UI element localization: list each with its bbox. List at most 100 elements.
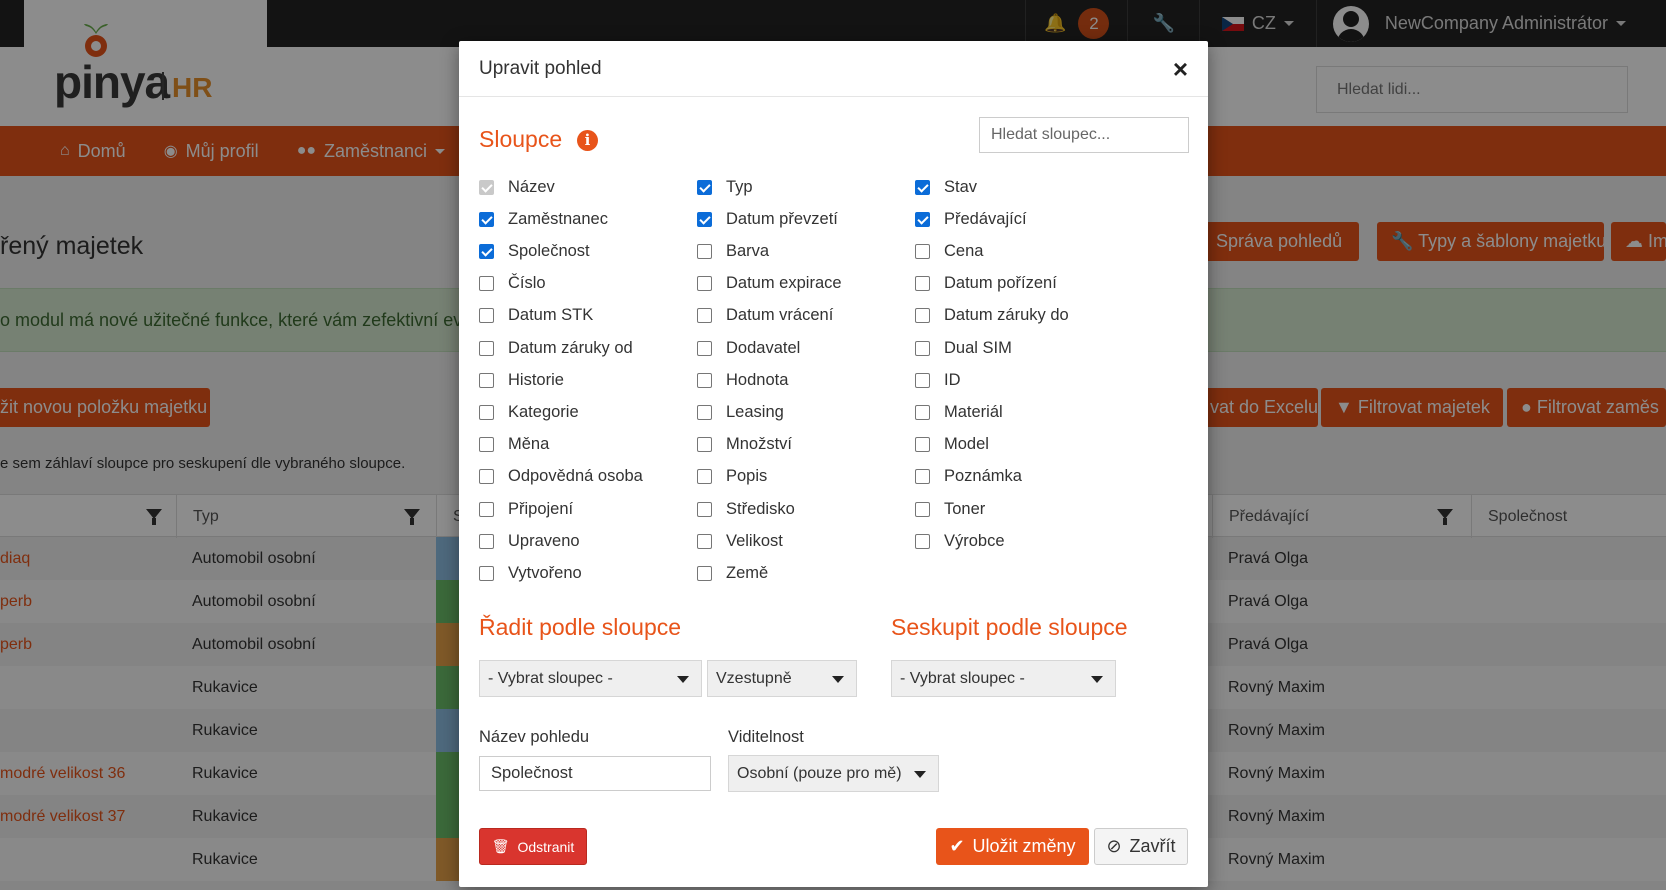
checkbox[interactable] bbox=[697, 179, 712, 195]
column-option[interactable]: Upraveno bbox=[479, 530, 580, 552]
checkbox[interactable] bbox=[697, 243, 712, 259]
close-button[interactable]: ⊘ Zavřít bbox=[1094, 828, 1188, 865]
group-column-select[interactable]: - Vybrat sloupec - bbox=[891, 660, 1116, 697]
checkbox[interactable] bbox=[479, 469, 494, 485]
checkbox[interactable] bbox=[915, 276, 930, 292]
column-option[interactable]: Množství bbox=[697, 434, 792, 456]
column-option[interactable]: Datum záruky do bbox=[915, 305, 1069, 327]
sort-section-title: Řadit podle sloupce bbox=[479, 614, 682, 640]
checkbox[interactable] bbox=[479, 501, 494, 517]
checkbox[interactable] bbox=[697, 308, 712, 324]
checkbox[interactable] bbox=[915, 437, 930, 453]
checkbox[interactable] bbox=[915, 179, 930, 195]
column-option[interactable]: Velikost bbox=[697, 530, 783, 552]
delete-button[interactable]: 🗑 Odstranit bbox=[479, 828, 587, 865]
close-icon[interactable]: × bbox=[1173, 56, 1188, 82]
column-option[interactable]: Leasing bbox=[697, 401, 784, 423]
checkbox[interactable] bbox=[697, 211, 712, 227]
ban-icon: ⊘ bbox=[1106, 836, 1122, 856]
column-option-label: Název bbox=[508, 177, 555, 196]
checkbox[interactable] bbox=[479, 533, 494, 549]
view-name-input[interactable]: Společnost bbox=[479, 756, 711, 791]
column-option[interactable]: Toner bbox=[915, 498, 985, 520]
sort-column-select[interactable]: - Vybrat sloupec - bbox=[479, 660, 702, 697]
column-option[interactable]: Číslo bbox=[479, 273, 546, 295]
column-option[interactable]: Datum záruky od bbox=[479, 337, 633, 359]
column-option[interactable]: Středisko bbox=[697, 498, 795, 520]
checkbox[interactable] bbox=[479, 243, 494, 259]
column-option[interactable]: Hodnota bbox=[697, 369, 788, 391]
view-name-label: Název pohledu bbox=[479, 728, 590, 746]
checkbox[interactable] bbox=[697, 565, 712, 581]
column-option[interactable]: Datum STK bbox=[479, 305, 593, 327]
column-option[interactable]: Popis bbox=[697, 466, 767, 488]
column-search-input[interactable] bbox=[979, 117, 1189, 153]
column-option[interactable]: Datum expirace bbox=[697, 273, 842, 295]
checkbox[interactable] bbox=[915, 243, 930, 259]
checkbox[interactable] bbox=[915, 308, 930, 324]
checkbox[interactable] bbox=[479, 276, 494, 292]
checkbox[interactable] bbox=[479, 308, 494, 324]
column-option-label: Množství bbox=[726, 435, 793, 454]
checkbox[interactable] bbox=[915, 469, 930, 485]
column-option-label: Materiál bbox=[944, 402, 1003, 421]
column-option[interactable]: Výrobce bbox=[915, 530, 1005, 552]
column-option-label: Popis bbox=[726, 467, 768, 486]
column-option[interactable]: Datum převzetí bbox=[697, 208, 838, 230]
column-option[interactable]: Odpovědná osoba bbox=[479, 466, 643, 488]
checkbox[interactable] bbox=[697, 340, 712, 356]
save-button[interactable]: ✔ Uložit změny bbox=[936, 828, 1089, 865]
checkbox[interactable] bbox=[697, 404, 712, 420]
column-option-label: Číslo bbox=[508, 274, 546, 293]
checkbox[interactable] bbox=[479, 437, 494, 453]
checkbox[interactable] bbox=[697, 533, 712, 549]
checkbox[interactable] bbox=[697, 437, 712, 453]
column-option-label: Datum vrácení bbox=[726, 306, 834, 325]
column-option[interactable]: Dodavatel bbox=[697, 337, 800, 359]
checkbox[interactable] bbox=[697, 276, 712, 292]
modal-title: Upravit pohled bbox=[479, 57, 602, 79]
checkbox[interactable] bbox=[915, 340, 930, 356]
column-option[interactable]: Kategorie bbox=[479, 401, 579, 423]
column-option[interactable]: Materiál bbox=[915, 401, 1003, 423]
checkbox[interactable] bbox=[697, 501, 712, 517]
dropdown-arrow-icon bbox=[1091, 676, 1103, 683]
column-option[interactable]: Poznámka bbox=[915, 466, 1022, 488]
column-option-label: ID bbox=[944, 370, 961, 389]
column-option[interactable]: Model bbox=[915, 434, 989, 456]
column-option[interactable]: Země bbox=[697, 562, 768, 584]
column-option[interactable]: Barva bbox=[697, 240, 769, 262]
visibility-select[interactable]: Osobní (pouze pro mě) bbox=[728, 755, 939, 792]
checkbox[interactable] bbox=[479, 404, 494, 420]
column-option[interactable]: Název bbox=[479, 176, 555, 198]
checkbox[interactable] bbox=[915, 533, 930, 549]
edit-view-modal: Upravit pohled × Sloupce i Název Typ Stav Z… bbox=[459, 41, 1208, 887]
checkbox[interactable] bbox=[479, 211, 494, 227]
checkbox[interactable] bbox=[697, 469, 712, 485]
checkbox[interactable] bbox=[479, 565, 494, 581]
column-option[interactable]: Předávající bbox=[915, 208, 1027, 230]
column-option[interactable]: Stav bbox=[915, 176, 977, 198]
column-option[interactable]: ID bbox=[915, 369, 961, 391]
info-icon[interactable]: i bbox=[577, 130, 598, 151]
checkbox[interactable] bbox=[479, 372, 494, 388]
sort-direction-select[interactable]: Vzestupně bbox=[707, 660, 857, 697]
checkbox[interactable] bbox=[697, 372, 712, 388]
checkbox[interactable] bbox=[915, 501, 930, 517]
column-option[interactable]: Společnost bbox=[479, 240, 590, 262]
column-option[interactable]: Zaměstnanec bbox=[479, 208, 608, 230]
check-icon: ✔ bbox=[949, 836, 965, 856]
column-option[interactable]: Dual SIM bbox=[915, 337, 1012, 359]
column-option[interactable]: Připojení bbox=[479, 498, 573, 520]
column-option[interactable]: Cena bbox=[915, 240, 983, 262]
checkbox[interactable] bbox=[915, 211, 930, 227]
column-option[interactable]: Měna bbox=[479, 434, 549, 456]
column-option[interactable]: Typ bbox=[697, 176, 753, 198]
column-option[interactable]: Historie bbox=[479, 369, 564, 391]
column-option[interactable]: Datum vrácení bbox=[697, 305, 833, 327]
checkbox[interactable] bbox=[915, 372, 930, 388]
column-option[interactable]: Datum pořízení bbox=[915, 273, 1057, 295]
checkbox[interactable] bbox=[915, 404, 930, 420]
checkbox[interactable] bbox=[479, 340, 494, 356]
column-option[interactable]: Vytvořeno bbox=[479, 562, 582, 584]
